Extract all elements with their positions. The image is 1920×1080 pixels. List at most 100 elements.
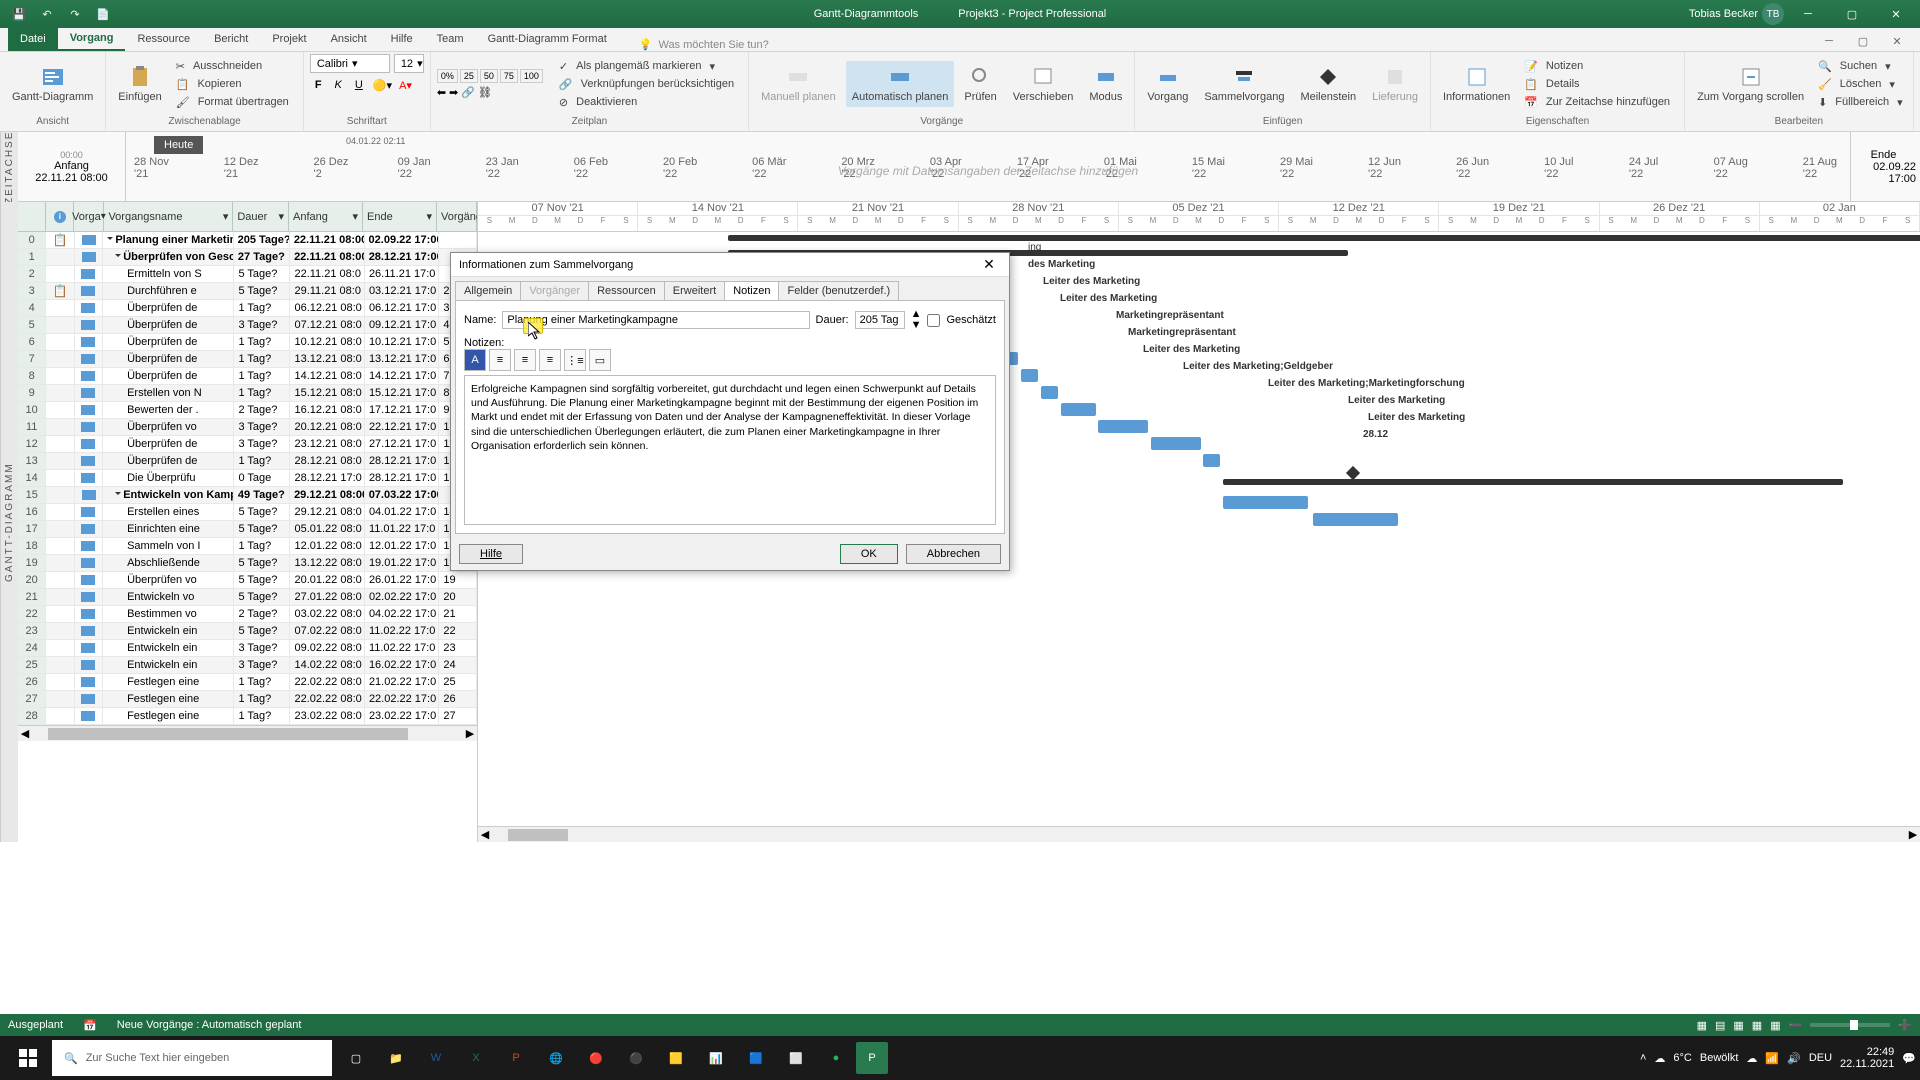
view-gantt-icon[interactable]: ▦ <box>1697 1019 1707 1032</box>
restore-button[interactable]: ▢ <box>1832 0 1872 28</box>
zoom-in-icon[interactable]: ➕ <box>1898 1019 1912 1032</box>
gantt-bar[interactable] <box>1061 403 1096 416</box>
gantt-hscroll[interactable]: ◀▶ <box>478 826 1920 842</box>
notes-align-right-button[interactable]: ≡ <box>539 349 561 371</box>
table-row[interactable]: 1Überprüfen von Geschäftsstrateg27 Tage?… <box>18 249 477 266</box>
task-grid[interactable]: i Vorga ▾ Vorgangsname ▾ Dauer ▾ Anfang … <box>18 202 478 842</box>
insert-summary-button[interactable]: Sammelvorgang <box>1198 61 1290 107</box>
table-row[interactable]: 5Überprüfen de3 Tage?07.12.21 08:009.12.… <box>18 317 477 334</box>
volume-icon[interactable]: 🔊 <box>1787 1052 1801 1065</box>
notes-align-center-button[interactable]: ≡ <box>514 349 536 371</box>
notifications-icon[interactable]: 💬 <box>1902 1052 1916 1065</box>
inspect-button[interactable]: Prüfen <box>958 61 1002 107</box>
deactivate-button[interactable]: ⊘ Deaktivieren <box>555 94 742 110</box>
scroll-to-task-button[interactable]: Zum Vorgang scrollen <box>1691 61 1810 107</box>
tab-help[interactable]: Hilfe <box>379 27 425 51</box>
format-painter-button[interactable]: 🖌 Format übertragen <box>172 94 297 110</box>
view-network-icon[interactable]: ▦ <box>1733 1019 1743 1032</box>
zoom-out-icon[interactable]: ➖ <box>1789 1019 1803 1032</box>
pct25-button[interactable]: 25 <box>460 69 478 83</box>
insert-task-button[interactable]: Vorgang <box>1141 61 1194 107</box>
ontrack-button[interactable]: ✓ Als plangemäß markieren ▾ <box>555 58 742 74</box>
table-row[interactable]: 0📋Planung einer Marketingkampag205 Tage?… <box>18 232 477 249</box>
view-resource-icon[interactable]: ▦ <box>1770 1019 1780 1032</box>
gantt-bar[interactable] <box>1313 513 1398 526</box>
dialog-tab-custom[interactable]: Felder (benutzerdef.) <box>778 281 899 300</box>
taskbar-search[interactable]: 🔍 Zur Suche Text hier eingeben <box>52 1040 332 1076</box>
taskbar-time[interactable]: 22:49 <box>1840 1046 1894 1058</box>
language-indicator[interactable]: DEU <box>1809 1052 1832 1064</box>
save-icon[interactable]: 💾 <box>8 3 30 25</box>
table-row[interactable]: 27Festlegen eine1 Tag?22.02.22 08:022.02… <box>18 691 477 708</box>
table-row[interactable]: 21Entwickeln vo5 Tage?27.01.22 08:002.02… <box>18 589 477 606</box>
tab-task[interactable]: Vorgang <box>58 27 126 51</box>
table-row[interactable]: 12Überprüfen de3 Tage?23.12.21 08:027.12… <box>18 436 477 453</box>
powerpoint-icon[interactable]: P <box>496 1038 536 1078</box>
gantt-view-button[interactable]: Gantt-Diagramm <box>6 61 99 107</box>
notes-font-button[interactable]: A <box>464 349 486 371</box>
new-icon[interactable]: 📄 <box>92 3 114 25</box>
insert-deliverable-button[interactable]: Lieferung <box>1366 61 1424 107</box>
chrome-icon[interactable]: 🔴 <box>576 1038 616 1078</box>
tab-resource[interactable]: Ressource <box>125 27 202 51</box>
table-row[interactable]: 25Entwickeln ein3 Tage?14.02.22 08:016.0… <box>18 657 477 674</box>
pct50-button[interactable]: 50 <box>480 69 498 83</box>
notes-bullets-button[interactable]: ⋮≡ <box>564 349 586 371</box>
cut-button[interactable]: ✂ Ausschneiden <box>172 58 297 74</box>
table-row[interactable]: 19Abschließende5 Tage?13.12.22 08:019.01… <box>18 555 477 572</box>
header-duration[interactable]: Dauer ▾ <box>233 202 289 231</box>
table-row[interactable]: 10Bewerten der .2 Tage?16.12.21 08:017.1… <box>18 402 477 419</box>
view-usage-icon[interactable]: ▤ <box>1715 1019 1725 1032</box>
start-button[interactable] <box>4 1036 52 1080</box>
name-input[interactable] <box>502 311 809 329</box>
dialog-tab-advanced[interactable]: Erweitert <box>664 281 725 300</box>
browser-icon[interactable]: 🟦 <box>736 1038 776 1078</box>
gantt-bar[interactable] <box>1203 454 1220 467</box>
tray-chevron-icon[interactable]: ˄ <box>1640 1052 1646 1064</box>
table-row[interactable]: 22Bestimmen vo2 Tage?03.02.22 08:004.02.… <box>18 606 477 623</box>
estimated-checkbox[interactable] <box>927 314 940 327</box>
project-icon[interactable]: P <box>856 1042 888 1074</box>
task-view-icon[interactable]: ▢ <box>336 1038 376 1078</box>
move-button[interactable]: Verschieben <box>1007 61 1080 107</box>
milestone-marker[interactable] <box>1346 466 1360 480</box>
table-row[interactable]: 6Überprüfen de1 Tag?10.12.21 08:010.12.2… <box>18 334 477 351</box>
pct0-button[interactable]: 0% <box>437 69 458 83</box>
paste-button[interactable]: Einfügen <box>112 61 167 107</box>
ribbon-close-button[interactable]: ✕ <box>1882 31 1912 51</box>
table-row[interactable]: 7Überprüfen de1 Tag?13.12.21 08:013.12.2… <box>18 351 477 368</box>
table-row[interactable]: 15Entwickeln von Kampagnenkonze49 Tage?2… <box>18 487 477 504</box>
link-button[interactable]: 🔗 <box>461 86 475 99</box>
redo-icon[interactable]: ↷ <box>64 3 86 25</box>
outdent-button[interactable]: ⬅ <box>437 86 446 99</box>
app3-icon[interactable]: ⬜ <box>776 1038 816 1078</box>
table-row[interactable]: 9Erstellen von N1 Tag?15.12.21 08:015.12… <box>18 385 477 402</box>
wifi-icon[interactable]: 📶 <box>1765 1052 1779 1065</box>
ribbon-minimize-button[interactable]: ─ <box>1814 31 1844 51</box>
table-row[interactable]: 2Ermitteln von S5 Tage?22.11.21 08:026.1… <box>18 266 477 283</box>
table-row[interactable]: 14Die Überprüfu0 Tage28.12.21 17:028.12.… <box>18 470 477 487</box>
edge-icon[interactable]: 🌐 <box>536 1038 576 1078</box>
header-end[interactable]: Ende ▾ <box>363 202 437 231</box>
dialog-tab-resources[interactable]: Ressourcen <box>588 281 665 300</box>
gantt-bar[interactable] <box>1223 496 1308 509</box>
word-icon[interactable]: W <box>416 1038 456 1078</box>
pct75-button[interactable]: 75 <box>500 69 518 83</box>
table-row[interactable]: 26Festlegen eine1 Tag?22.02.22 08:021.02… <box>18 674 477 691</box>
table-row[interactable]: 13Überprüfen de1 Tag?28.12.21 08:028.12.… <box>18 453 477 470</box>
font-size-select[interactable]: 12 ▾ <box>394 54 424 73</box>
header-predecessor[interactable]: Vorgänger <box>437 202 477 231</box>
grid-hscroll[interactable]: ◀▶ <box>18 725 477 741</box>
auto-schedule-button[interactable]: Automatisch planen <box>846 61 955 107</box>
table-row[interactable]: 8Überprüfen de1 Tag?14.12.21 08:014.12.2… <box>18 368 477 385</box>
tab-project[interactable]: Projekt <box>260 27 318 51</box>
add-timeline-button[interactable]: 📅 Zur Zeitachse hinzufügen <box>1520 94 1678 110</box>
excel-icon[interactable]: X <box>456 1038 496 1078</box>
minimize-button[interactable]: ─ <box>1788 0 1828 28</box>
unlink-button[interactable]: ⛓ <box>478 86 492 99</box>
header-mode[interactable]: Vorga ▾ <box>74 202 104 231</box>
find-button[interactable]: 🔍 Suchen ▾ <box>1814 58 1907 74</box>
table-row[interactable]: 24Entwickeln ein3 Tage?09.02.22 08:011.0… <box>18 640 477 657</box>
tab-team[interactable]: Team <box>425 27 476 51</box>
respect-links-button[interactable]: 🔗 Verknüpfungen berücksichtigen <box>555 76 742 92</box>
